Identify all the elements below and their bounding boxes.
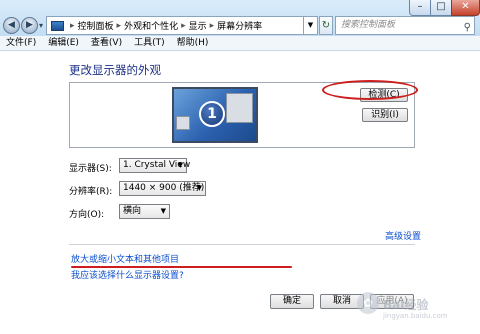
window-thumbnail [226, 93, 253, 123]
breadcrumb-separator: ▸ [209, 20, 215, 31]
breadcrumb-separator: ▸ [181, 20, 186, 31]
monitor-thumbnail[interactable]: 1 [172, 87, 258, 143]
baidu-watermark: ✿ Bai经验 jingyan.baidu.com [357, 290, 477, 330]
menu-edit[interactable]: 编辑(E) [42, 36, 85, 50]
orientation-label: 方向(O): [69, 210, 105, 220]
address-dropdown-button[interactable]: ▼ [304, 16, 318, 35]
resolution-select[interactable]: 1440 × 900 (推荐) ▼ [119, 181, 206, 196]
orientation-select-value: 横向 [123, 206, 142, 216]
forward-arrow-icon: ▶ [26, 20, 33, 30]
search-input[interactable]: 搜索控制面板 ⚲ [335, 16, 475, 35]
maximize-button[interactable]: □ [430, 0, 452, 16]
page-title: 更改显示器的外观 [69, 63, 161, 77]
resolution-select-value: 1440 × 900 (推荐) [123, 183, 205, 193]
recent-pages-dropdown[interactable]: ▾ [39, 21, 43, 30]
ok-button[interactable]: 确定 [270, 294, 314, 309]
breadcrumb-resolution[interactable]: 屏幕分辨率 [217, 19, 262, 32]
display-select[interactable]: 1. Crystal View ▼ [119, 158, 190, 173]
refresh-button[interactable]: ↻ [319, 16, 333, 35]
breadcrumb-separator: ▸ [70, 20, 75, 31]
menu-file[interactable]: 文件(F) [0, 36, 42, 50]
display-label: 显示器(S): [69, 164, 112, 174]
close-button[interactable]: ✕ [451, 0, 480, 16]
menu-help[interactable]: 帮助(H) [171, 36, 215, 50]
search-placeholder: 搜索控制面板 [341, 20, 396, 30]
menu-tools[interactable]: 工具(T) [128, 36, 171, 50]
control-panel-icon [51, 20, 64, 31]
breadcrumb-separator: ▸ [116, 20, 122, 31]
menu-bar: 文件(F) 编辑(E) 查看(V) 工具(T) 帮助(H) [0, 36, 480, 51]
chevron-down-icon: ▼ [177, 161, 183, 169]
back-arrow-icon: ◀ [8, 20, 15, 30]
watermark-url: jingyan.baidu.com [383, 312, 448, 320]
identify-button[interactable]: 识别(I) [362, 108, 408, 122]
back-button[interactable]: ◀ [3, 17, 20, 34]
forward-button[interactable]: ▶ [21, 17, 38, 34]
chevron-down-icon: ▼ [196, 184, 202, 192]
breadcrumb-control-panel[interactable]: 控制面板 [78, 19, 114, 32]
address-bar[interactable]: ▸ 控制面板 ▸ 外观和个性化 ▸ 显示 ▸ 屏幕分辨率 [46, 16, 304, 35]
divider [69, 244, 415, 245]
annotation-circle [322, 80, 418, 100]
window-thumbnail [176, 116, 190, 130]
advanced-settings-link[interactable]: 高级设置 [385, 229, 421, 242]
window-chrome: – □ ✕ ◀ ▶ ▾ ▸ 控制面板 ▸ 外观和个性化 ▸ 显示 ▸ 屏幕分辨率… [0, 0, 480, 51]
display-settings-help-link[interactable]: 我应该选择什么显示器设置? [71, 268, 184, 281]
text-size-link[interactable]: 放大或缩小文本和其他项目 [71, 252, 179, 265]
refresh-icon: ↻ [321, 20, 331, 31]
menu-view[interactable]: 查看(V) [85, 36, 128, 50]
minimize-button[interactable]: – [409, 0, 431, 16]
breadcrumb-display[interactable]: 显示 [189, 19, 207, 32]
breadcrumb-appearance[interactable]: 外观和个性化 [124, 19, 178, 32]
resolution-label: 分辨率(R): [69, 187, 113, 197]
orientation-select[interactable]: 横向 ▼ [119, 204, 170, 219]
monitor-number-badge: 1 [199, 101, 225, 127]
search-icon[interactable]: ⚲ [464, 19, 471, 36]
paw-icon: ✿ [357, 292, 379, 314]
watermark-text: Bai经验 [383, 298, 429, 312]
chevron-down-icon: ▼ [160, 207, 166, 215]
